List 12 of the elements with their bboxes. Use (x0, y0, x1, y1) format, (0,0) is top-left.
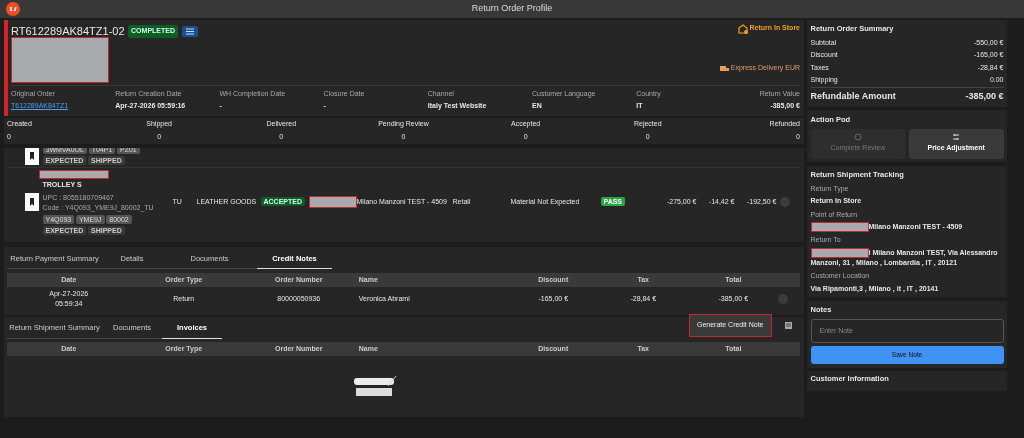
order-id: RT612289AK84TZ1-02 (11, 24, 125, 40)
menu-button[interactable] (181, 26, 198, 37)
sliders-icon (952, 133, 961, 142)
store-icon (737, 23, 748, 34)
empty-state-drawing (352, 374, 398, 396)
page-title: Return Order Profile (471, 2, 553, 16)
total-value: -385,00 € (965, 89, 1004, 103)
truck-icon (720, 64, 729, 72)
menu-icon (184, 28, 195, 35)
product-image-icon (25, 193, 39, 212)
total-label: Refundable Amount (810, 89, 896, 103)
logo-icon (6, 2, 20, 16)
